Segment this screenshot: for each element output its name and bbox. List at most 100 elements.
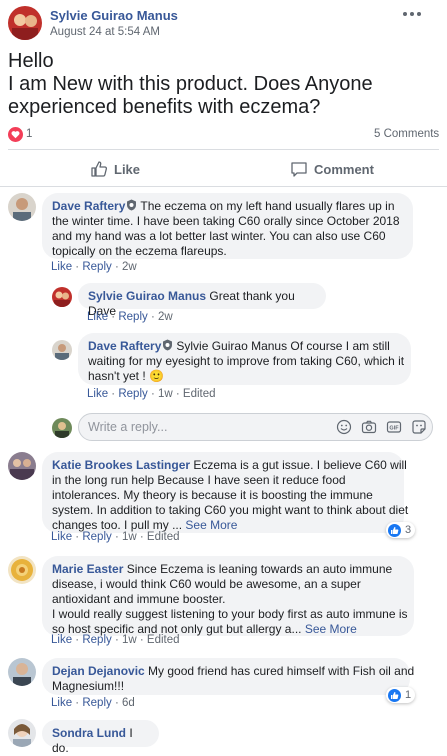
heart-reaction-icon[interactable] (8, 127, 23, 142)
comment-text-line: waiting for my eyesight to improve from … (88, 354, 405, 368)
comment-text-line: changes too. I pull my ... (52, 518, 183, 532)
camera-icon[interactable] (361, 419, 377, 435)
comment-text-line: disease, i would think C60 would be awes… (52, 577, 361, 591)
reaction-count[interactable]: 1 (26, 128, 32, 140)
like-link[interactable]: Like (51, 261, 72, 273)
divider (0, 186, 447, 187)
comment-bubble: Sondra Lund I do. (42, 720, 159, 755)
comment-icon (291, 162, 307, 177)
reply-input[interactable]: Write a reply... GIF (78, 413, 433, 441)
comments-count[interactable]: 5 Comments (374, 128, 439, 140)
sticker-icon[interactable] (411, 419, 427, 435)
comment-bubble: Katie Brookes Lastinger Eczema is a gut … (42, 452, 409, 533)
thumbs-up-icon (91, 161, 108, 177)
comment-text-line: the winter time. I have been taking C60 … (52, 214, 400, 228)
reaction-count: 3 (405, 524, 412, 536)
comment-text-line: The eczema on my left hand usually flare… (140, 199, 395, 213)
avatar (52, 418, 72, 438)
divider (8, 149, 439, 150)
comment-text-line: topically on the eczema flareups. (52, 244, 227, 258)
reaction-count: 1 (405, 689, 412, 701)
like-link[interactable]: Like (87, 388, 108, 400)
like-link[interactable]: Like (87, 311, 108, 323)
comment-author[interactable]: Sylvie Guirao Manus (88, 289, 206, 303)
comment-author[interactable]: Sondra Lund (52, 726, 126, 740)
like-reaction-icon (388, 523, 401, 537)
edited-link[interactable]: Edited (183, 388, 216, 400)
comment-reactions[interactable]: 3 (386, 522, 416, 538)
avatar[interactable] (8, 658, 36, 686)
post-author-avatar[interactable] (8, 6, 42, 40)
reply-link[interactable]: Reply (82, 261, 111, 273)
like-button[interactable]: Like (90, 158, 140, 180)
comment-text-line: in the long run help Because I have seen… (52, 473, 346, 487)
reply-link[interactable]: Reply (82, 697, 111, 709)
svg-text:GIF: GIF (389, 426, 399, 432)
shield-icon (127, 199, 137, 211)
like-link[interactable]: Like (51, 697, 72, 709)
comment-text-line: and my hand was a lot better last winter… (52, 229, 386, 243)
comment-bubble: Sylvie Guirao Manus Great thank you Dave (78, 283, 326, 318)
comment-time[interactable]: 2w (158, 311, 173, 323)
reply-input-placeholder: Write a reply... (88, 420, 168, 434)
avatar[interactable] (8, 556, 36, 584)
more-options-icon[interactable] (397, 7, 427, 21)
comment-author[interactable]: Dejan Dejanovic (52, 664, 145, 678)
comment-author[interactable]: Dave Raftery (88, 339, 161, 353)
comment-actions: Like · Reply · 2w (87, 311, 173, 323)
like-link[interactable]: Like (51, 531, 72, 543)
comment-button-label: Comment (314, 161, 374, 177)
avatar[interactable] (8, 452, 36, 480)
see-more-link[interactable]: See More (305, 622, 357, 636)
post-text-line: Hello (8, 50, 54, 72)
avatar[interactable] (52, 340, 72, 360)
comment-time[interactable]: 1w (158, 388, 173, 400)
post-timestamp[interactable]: August 24 at 5:54 AM (50, 26, 160, 38)
comment-author[interactable]: Marie Easter (52, 562, 123, 576)
emoji-icon[interactable] (336, 419, 352, 435)
reply-link[interactable]: Reply (82, 531, 111, 543)
comment-text-line: Eczema is a gut issue. I believe C60 wil… (193, 458, 407, 472)
post-text-line: I am New with this product. Does Anyone (8, 73, 373, 95)
comment-text-line: I would really suggest listening to your… (52, 607, 408, 621)
like-reaction-icon (388, 688, 401, 702)
see-more-link[interactable]: See More (185, 518, 237, 532)
comment-reactions[interactable]: 1 (386, 687, 416, 703)
avatar-image (8, 6, 42, 40)
edited-link[interactable]: Edited (147, 634, 180, 646)
comment-actions: Like · Reply · 1w · Edited (87, 388, 216, 400)
comment-time[interactable]: 1w (122, 531, 137, 543)
reply-link[interactable]: Reply (118, 311, 147, 323)
comment-text-line: Sylvie Guirao Manus Of course I am still (176, 339, 390, 353)
comment-bubble: Marie Easter Since Eczema is leaning tow… (42, 556, 414, 636)
comment-text-line: My good friend has cured himself with Fi… (148, 664, 415, 678)
edited-link[interactable]: Edited (147, 531, 180, 543)
comment-text-line: antioxidant and immune booster. (52, 592, 226, 606)
comment-actions: Like · Reply · 2w (51, 261, 137, 273)
avatar[interactable] (8, 193, 36, 221)
comment-text-line: hasn't yet ! 🙂 (88, 369, 164, 383)
comment-text-line: Magnesium!!! (52, 679, 125, 693)
comment-actions: Like · Reply · 1w · Edited (51, 531, 180, 543)
comment-button[interactable]: Comment (290, 158, 374, 180)
comment-bubble: Dave Raftery Sylvie Guirao Manus Of cours… (78, 333, 411, 385)
avatar[interactable] (52, 287, 72, 307)
like-link[interactable]: Like (51, 634, 72, 646)
comment-text-line: system. In addition to taking C60 you mi… (52, 503, 409, 517)
avatar[interactable] (8, 719, 36, 747)
post-text: Hello I am New with this product. Does A… (8, 50, 373, 119)
reply-link[interactable]: Reply (118, 388, 147, 400)
comment-author[interactable]: Katie Brookes Lastinger (52, 458, 190, 472)
comment-text-line: intolerances. My theory is because it is… (52, 488, 373, 502)
comment-text-line: Since Eczema is leaning towards an auto … (126, 562, 393, 576)
post-text-line: experienced benefits with eczema? (8, 96, 321, 118)
reply-link[interactable]: Reply (82, 634, 111, 646)
comment-time[interactable]: 2w (122, 261, 137, 273)
shield-icon (163, 339, 173, 351)
comment-author[interactable]: Dave Raftery (52, 199, 125, 213)
comment-actions: Like · Reply · 6d (51, 697, 135, 709)
comment-time[interactable]: 1w (122, 634, 137, 646)
comment-time[interactable]: 6d (122, 697, 135, 709)
post-author-name[interactable]: Sylvie Guirao Manus (50, 8, 178, 23)
gif-icon[interactable]: GIF (386, 419, 402, 435)
